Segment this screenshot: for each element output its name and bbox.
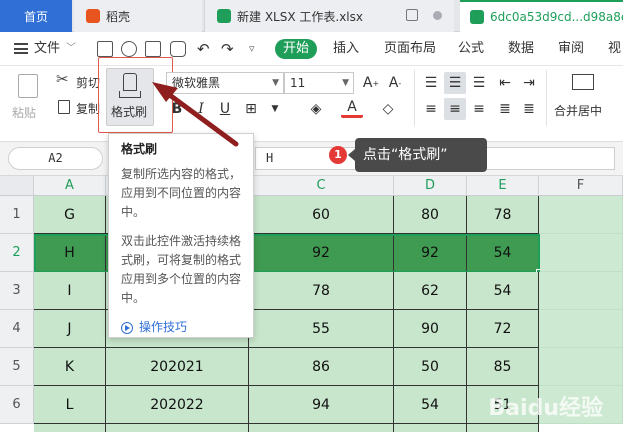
instruction-callout: 点击“格式刷”	[355, 138, 487, 172]
callout-pointer	[348, 149, 355, 161]
step-badge: 1	[329, 146, 347, 164]
watermark-logo: Baidu经验	[488, 396, 603, 421]
annotation-arrow	[152, 82, 239, 147]
